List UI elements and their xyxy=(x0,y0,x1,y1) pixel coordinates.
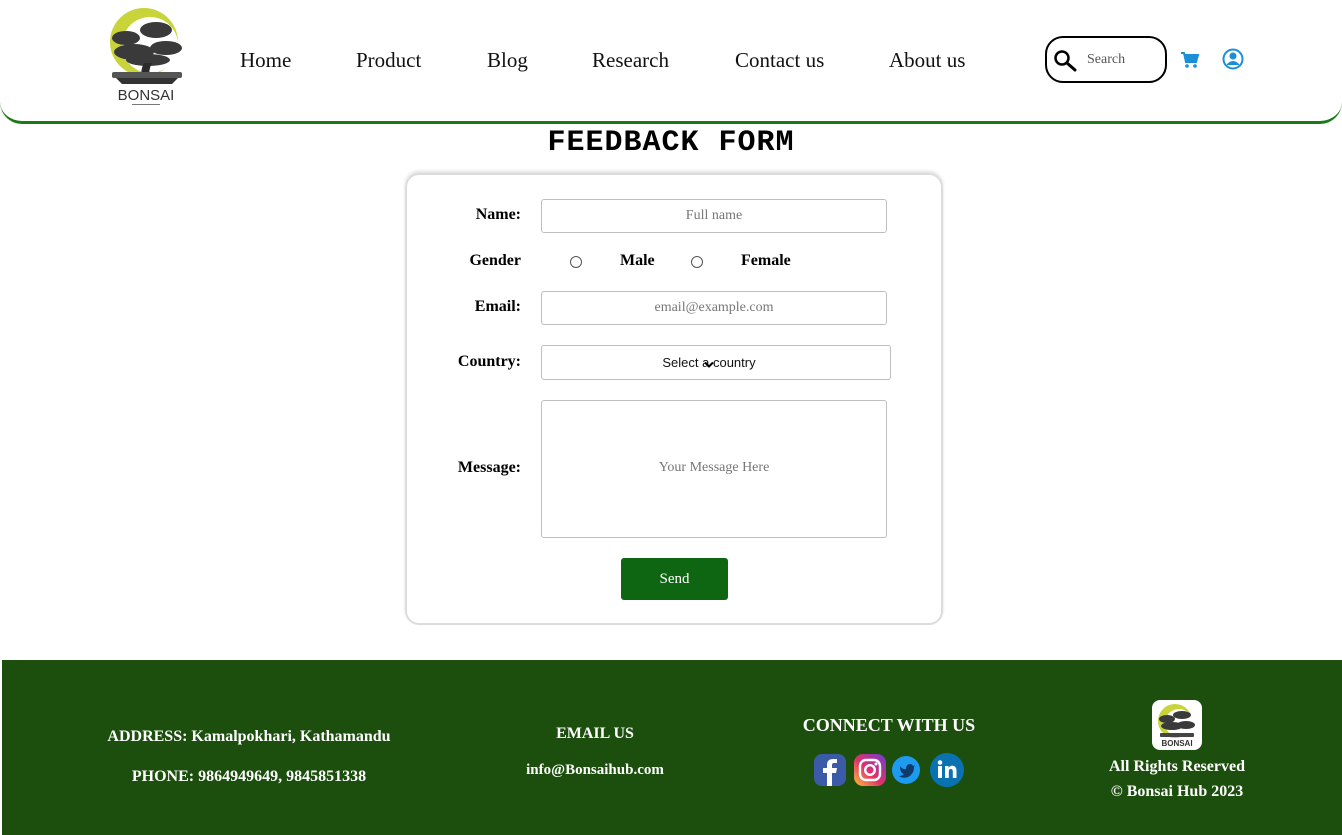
page-title: FEEDBACK FORM xyxy=(547,126,795,160)
footer-connect-heading: CONNECT WITH US xyxy=(802,715,976,735)
cart-icon[interactable] xyxy=(1180,51,1200,74)
linkedin-icon[interactable] xyxy=(929,752,965,788)
user-icon[interactable] xyxy=(1222,48,1244,75)
send-button[interactable]: Send xyxy=(621,558,728,600)
gender-female-label: Female xyxy=(741,252,791,269)
footer-email[interactable]: info@Bonsaihub.com xyxy=(445,762,745,779)
footer-email-heading: EMAIL US xyxy=(556,725,634,742)
gender-male-label: Male xyxy=(620,252,655,269)
name-label: Name: xyxy=(475,206,521,223)
email-field[interactable] xyxy=(541,291,887,325)
nav-product[interactable]: Product xyxy=(356,48,421,73)
search-icon[interactable] xyxy=(1053,49,1079,78)
chevron-down-icon xyxy=(542,357,876,372)
search-input[interactable] xyxy=(1087,50,1159,70)
nav-contact-us[interactable]: Contact us xyxy=(735,48,824,73)
gender-label: Gender xyxy=(469,252,521,269)
footer-phone: PHONE: 9864949649, 9845851338 xyxy=(131,768,367,785)
facebook-icon[interactable] xyxy=(813,753,847,787)
svg-text:BONSAI: BONSAI xyxy=(118,87,175,104)
footer-copyright: © Bonsai Hub 2023 xyxy=(1110,783,1244,800)
instagram-icon[interactable] xyxy=(853,753,887,787)
svg-text:BONSAI: BONSAI xyxy=(1161,739,1192,748)
country-select[interactable]: Select a country xyxy=(541,345,891,380)
footer-address: ADDRESS: Kamalpokhari, Kathamandu xyxy=(107,728,391,745)
message-field[interactable] xyxy=(541,400,887,538)
email-label: Email: xyxy=(474,298,521,315)
gender-male-radio[interactable] xyxy=(570,256,582,268)
site-header: BONSAI Home Product Blog Research Contac… xyxy=(0,0,1342,124)
nav-blog[interactable]: Blog xyxy=(487,48,528,73)
gender-female-radio[interactable] xyxy=(691,256,703,268)
footer-rights: All Rights Reserved xyxy=(1109,758,1245,775)
twitter-icon[interactable] xyxy=(891,755,921,785)
nav-research[interactable]: Research xyxy=(592,48,669,73)
site-footer: ADDRESS: Kamalpokhari, Kathamandu PHONE:… xyxy=(2,660,1342,835)
bonsai-logo[interactable]: BONSAI xyxy=(104,8,188,108)
footer-logo: BONSAI xyxy=(1152,700,1202,750)
nav-about-us[interactable]: About us xyxy=(889,48,965,73)
country-label: Country: xyxy=(457,353,521,370)
name-field[interactable] xyxy=(541,199,887,233)
nav-home[interactable]: Home xyxy=(240,48,291,73)
search-box[interactable] xyxy=(1045,36,1167,83)
message-label: Message: xyxy=(457,459,521,476)
